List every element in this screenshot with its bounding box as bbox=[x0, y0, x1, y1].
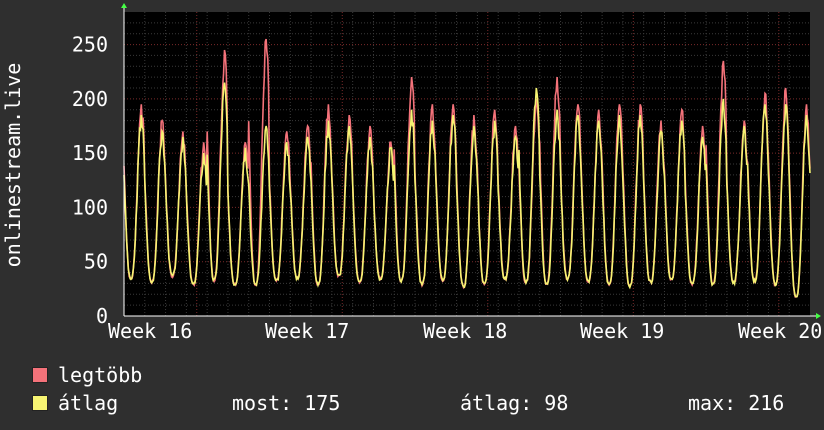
legend-swatch-max bbox=[32, 367, 48, 383]
y-axis-label: onlinestream.live bbox=[1, 63, 25, 268]
stat-maximum: max: 216 bbox=[688, 391, 785, 415]
x-tick-label: Week 17 bbox=[265, 319, 349, 343]
legend-swatch-avg bbox=[32, 395, 48, 411]
y-tick-label: 250 bbox=[72, 33, 108, 57]
legend-label-avg: átlag bbox=[58, 391, 119, 415]
legend-row-max: legtöbb bbox=[32, 362, 812, 390]
y-tick-label: 150 bbox=[72, 141, 108, 165]
x-tick-label: Week 16 bbox=[108, 319, 192, 343]
x-tick-label: Week 19 bbox=[580, 319, 664, 343]
stat-now: most: 175 bbox=[232, 391, 341, 415]
legend-label-max: legtöbb bbox=[58, 363, 143, 387]
y-tick-label: 50 bbox=[84, 250, 108, 274]
y-tick-label: 200 bbox=[72, 87, 108, 111]
y-tick-label: 0 bbox=[96, 304, 108, 328]
legend-row-avg: átlag most: 175 átlag: 98 max: 216 bbox=[32, 390, 812, 418]
x-tick-label: Week 18 bbox=[423, 319, 507, 343]
y-tick-label: 100 bbox=[72, 195, 108, 219]
y-axis-arrow-icon bbox=[121, 3, 127, 8]
legend: legtöbb átlag most: 175 átlag: 98 max: 2… bbox=[32, 362, 812, 418]
x-tick-label: Week 20 bbox=[738, 319, 822, 343]
stat-average: átlag: 98 bbox=[460, 391, 569, 415]
